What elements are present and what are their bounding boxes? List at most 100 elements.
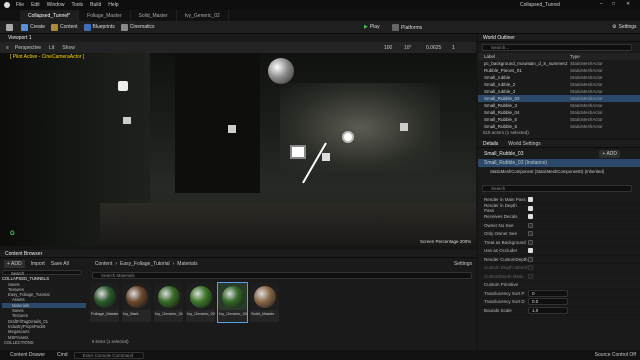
console-input[interactable]: Enter Console Command <box>73 351 144 359</box>
outliner-row-selected[interactable]: Small_Rubble_03 StaticMeshActor <box>478 95 640 102</box>
light-icon[interactable] <box>290 145 306 159</box>
close-button[interactable]: ✕ <box>626 1 630 7</box>
outliner-row[interactable]: Small_rubble_3 StaticMeshActor <box>478 88 640 95</box>
tab-world-settings[interactable]: World Settings <box>508 141 540 147</box>
tab-details[interactable]: Details <box>483 141 498 147</box>
save-button[interactable] <box>6 23 15 31</box>
camera-speed-value[interactable]: 1 <box>452 45 455 51</box>
blueprints-button[interactable]: Blueprints <box>83 23 115 31</box>
breadcrumb-easy-foliage[interactable]: Easy_Foliage_Tutorial <box>120 261 170 267</box>
grid-snap-value[interactable]: 100 <box>384 45 392 51</box>
component-row[interactable]: StaticMeshComponent (StaticMeshComponent… <box>478 167 640 175</box>
menu-bar: File Edit Window Tools Build Help <box>16 2 126 8</box>
perspective-button[interactable]: Perspective <box>15 45 41 51</box>
material-sphere-icon <box>125 285 148 308</box>
minimize-button[interactable]: – <box>600 1 603 7</box>
outliner-row[interactable]: Small_rubble_2 StaticMeshActor <box>478 81 640 88</box>
property-checkbox[interactable] <box>528 222 533 228</box>
create-label: Create <box>30 24 46 30</box>
asset-tile[interactable]: Ivy_Generic_01 <box>154 283 183 322</box>
material-sphere-icon <box>157 285 180 308</box>
asset-name: Solid_Master <box>250 310 279 322</box>
property-checkbox[interactable] <box>528 265 533 271</box>
property-checkbox[interactable] <box>528 214 533 220</box>
tab-collapsed-tunnel[interactable]: Collapsed_Tunnel* <box>20 10 80 21</box>
property-checkbox[interactable] <box>528 256 533 262</box>
menu-edit[interactable]: Edit <box>31 2 40 8</box>
light-icon[interactable] <box>228 125 236 133</box>
instance-row[interactable]: Small_Rubble_03 (Instance) <box>478 159 640 167</box>
property-value-input[interactable]: 0 <box>528 289 568 297</box>
details-search-input[interactable]: Search <box>482 185 632 192</box>
outliner-search-input[interactable]: Search... <box>482 44 632 51</box>
asset-search-input[interactable]: Search Materials <box>92 272 472 279</box>
save-all-button[interactable]: Save All <box>51 261 69 267</box>
menu-file[interactable]: File <box>16 2 24 8</box>
menu-window[interactable]: Window <box>47 2 65 8</box>
outliner-row[interactable]: Small_Rubble_6 StaticMeshActor <box>478 123 640 130</box>
outliner-row[interactable]: pc_background_mountain_d_S_summer2 Static… <box>478 60 640 67</box>
play-button[interactable]: ▶ Play <box>364 24 380 30</box>
asset-tile[interactable]: Ivy_Bark <box>122 283 151 322</box>
content-button[interactable]: Content <box>51 23 78 31</box>
type-column-header[interactable]: Type <box>570 54 580 59</box>
camera-icon[interactable] <box>123 117 131 124</box>
outliner-row[interactable]: Small_rubble StaticMeshActor <box>478 74 640 81</box>
material-sphere-icon <box>93 285 116 308</box>
property-value-input[interactable]: 1.0 <box>528 306 568 314</box>
breadcrumb-materials[interactable]: Materials <box>177 261 197 267</box>
tab-solid-master[interactable]: Solid_Master <box>131 10 177 21</box>
rotation-snap-value[interactable]: 10° <box>404 45 412 51</box>
asset-tile[interactable]: Ivy_Generic_02 <box>186 283 215 322</box>
asset-tile[interactable]: Solid_Master <box>250 283 279 322</box>
transform-gizmo[interactable] <box>342 131 354 143</box>
property-checkbox[interactable] <box>528 205 533 211</box>
collections-header[interactable]: COLLECTIONS <box>4 340 34 345</box>
lit-button[interactable]: Lit <box>49 45 54 51</box>
scale-snap-value[interactable]: 0.0625 <box>426 45 441 51</box>
label-column-header[interactable]: Label <box>484 54 570 59</box>
outliner-row[interactable]: Small_Rubble_3 StaticMeshActor <box>478 102 640 109</box>
level-viewport[interactable]: [ Pilot Active - CineCameraActor ] G Scr… <box>0 53 476 246</box>
source-control-status[interactable]: Source Control Off <box>595 352 636 358</box>
light-icon[interactable] <box>400 123 408 131</box>
menu-help[interactable]: Help <box>108 2 118 8</box>
property-checkbox[interactable] <box>528 197 533 203</box>
content-drawer-button[interactable]: Content Drawer <box>10 352 45 358</box>
menu-build[interactable]: Build <box>90 2 101 8</box>
outliner-row[interactable]: Small_Rubble_04 StaticMeshActor <box>478 109 640 116</box>
cmd-button[interactable]: Cmd <box>57 352 68 358</box>
property-checkbox[interactable] <box>528 239 533 245</box>
asset-tile[interactable]: Ivy_Generic_03 <box>217 282 248 323</box>
breadcrumb-content[interactable]: Content <box>95 261 113 267</box>
cinematics-button[interactable]: Cinematics <box>120 23 155 31</box>
section-header[interactable]: Custom Primitive <box>478 281 640 290</box>
content-settings-button[interactable]: Settings <box>454 261 472 267</box>
tab-ivy-generic[interactable]: Ivy_Generic_02 <box>177 10 229 21</box>
outliner-row[interactable]: Rubble_Pieces_01 StaticMeshActor <box>478 67 640 74</box>
content-icon <box>51 23 59 31</box>
viewport-menu-icon[interactable]: ≡ <box>6 45 9 51</box>
menu-tools[interactable]: Tools <box>71 2 83 8</box>
property-label: Translucency Sort P <box>484 290 525 296</box>
light-icon[interactable] <box>118 81 128 91</box>
add-component-button[interactable]: + ADD <box>599 149 620 158</box>
property-checkbox[interactable] <box>528 248 533 254</box>
tab-foliage-master[interactable]: Foliage_Master <box>79 10 131 21</box>
property-checkbox[interactable] <box>528 231 533 237</box>
create-button[interactable]: Create <box>21 23 46 31</box>
tree-search-input[interactable]: Search <box>2 270 82 276</box>
light-icon[interactable] <box>322 153 330 161</box>
property-value-input[interactable]: 0.0 <box>528 298 568 306</box>
asset-tile[interactable]: Foliage_Master <box>90 283 119 322</box>
settings-button[interactable]: ⚙ Settings <box>612 24 637 30</box>
add-button[interactable]: + ADD <box>4 259 25 268</box>
import-button[interactable]: Import <box>31 261 45 267</box>
platforms-button[interactable]: Platforms <box>392 24 422 31</box>
viewport-tab[interactable]: Viewport 1 <box>8 35 32 41</box>
outliner-row[interactable]: Small_Rubble_5 StaticMeshActor <box>478 116 640 123</box>
show-button[interactable]: Show <box>62 45 75 51</box>
property-checkbox[interactable] <box>528 273 533 279</box>
maximize-button[interactable]: □ <box>612 1 615 7</box>
axis-indicator: G <box>10 231 15 237</box>
